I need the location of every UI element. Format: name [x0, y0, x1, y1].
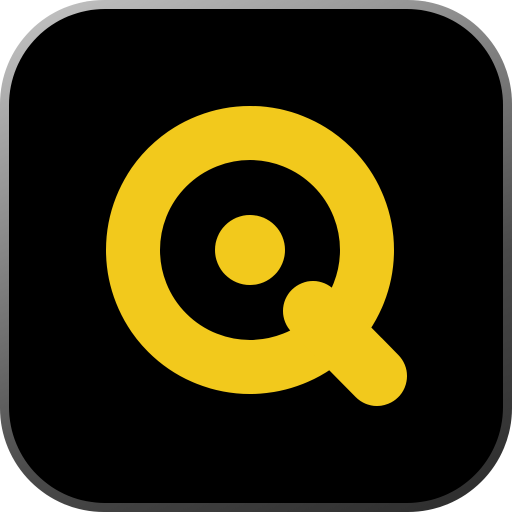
magnifier-q-logo-icon: [106, 106, 407, 406]
app-icon[interactable]: [0, 0, 512, 512]
logo-center-dot: [215, 215, 285, 285]
app-icon-face: [9, 9, 503, 503]
